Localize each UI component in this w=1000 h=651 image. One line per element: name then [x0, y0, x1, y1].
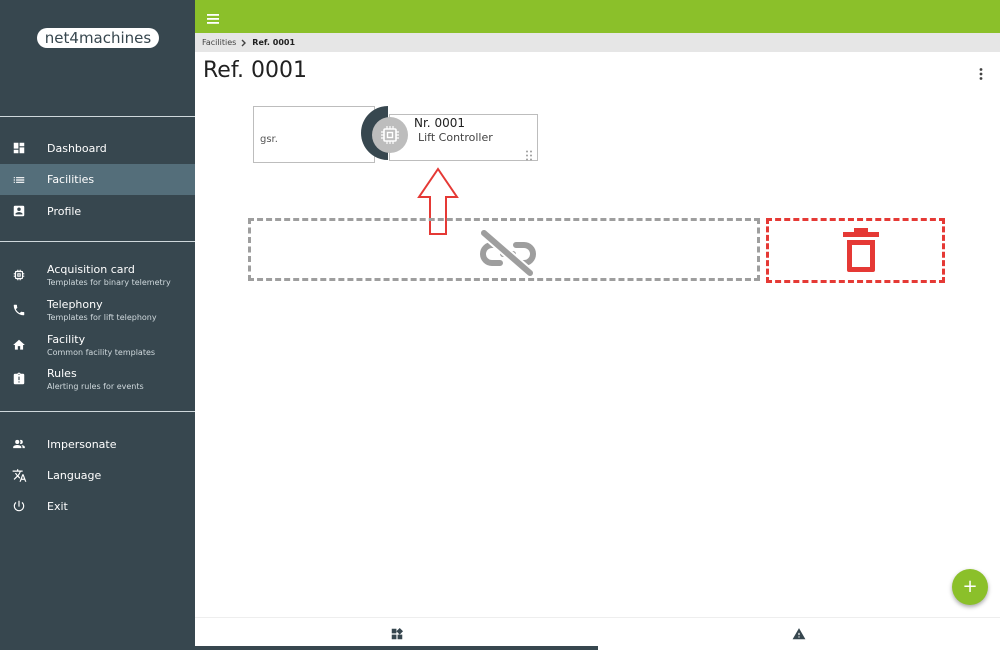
- device-card-subtitle: Lift Controller: [418, 131, 493, 144]
- device-card-title: Nr. 0001: [414, 116, 465, 130]
- device-chip-avatar: [361, 106, 415, 160]
- sidebar-divider: [0, 116, 195, 117]
- sidebar-item-label: Acquisition card: [47, 263, 135, 276]
- sidebar-item-sublabel: Templates for binary telemetry: [47, 278, 171, 287]
- link-off-icon: [478, 228, 538, 278]
- sidebar-item-label: Dashboard: [47, 141, 107, 155]
- sidebar-item-label: Exit: [47, 499, 68, 513]
- phone-icon: [11, 302, 27, 318]
- sidebar-item-label: Rules: [47, 367, 77, 380]
- sidebar-divider: [0, 411, 195, 412]
- sidebar-item-sublabel: Alerting rules for events: [47, 382, 144, 391]
- drag-handle-icon[interactable]: [525, 146, 533, 161]
- sidebar-item-label: Language: [47, 468, 102, 482]
- sidebar-item-rules[interactable]: Rules Alerting rules for events: [0, 362, 195, 396]
- list-icon: [11, 172, 27, 188]
- sidebar-item-label: Facility: [47, 333, 86, 346]
- widgets-icon[interactable]: [390, 626, 404, 640]
- active-tab-indicator: [195, 646, 598, 650]
- home-icon: [11, 337, 27, 353]
- sidebar-item-sublabel: Common facility templates: [47, 348, 156, 357]
- facility-card-back[interactable]: gsr.: [253, 106, 375, 163]
- sidebar-item-exit[interactable]: Exit: [0, 491, 195, 521]
- sidebar-item-profile[interactable]: Profile: [0, 196, 195, 226]
- alert-clipboard-icon: [11, 371, 27, 387]
- sidebar-item-facilities[interactable]: Facilities: [0, 164, 195, 195]
- dashboard-icon: [11, 140, 27, 156]
- more-vert-icon[interactable]: [976, 66, 986, 80]
- people-icon: [11, 436, 27, 452]
- breadcrumb: Facilities Ref. 0001: [195, 33, 1000, 52]
- plus-icon: +: [962, 576, 978, 597]
- page-title: Ref. 0001: [203, 58, 307, 83]
- trash-icon: [839, 226, 883, 274]
- chevron-right-icon: [240, 39, 248, 47]
- sidebar-item-sublabel: Templates for lift telephony: [47, 313, 157, 322]
- warning-icon[interactable]: [792, 626, 806, 640]
- card-back-text: gsr.: [260, 134, 278, 145]
- person-badge-icon: [11, 203, 27, 219]
- sidebar-item-facility[interactable]: Facility Common facility templates: [0, 328, 195, 362]
- translate-icon: [11, 467, 27, 483]
- power-icon: [11, 498, 27, 514]
- hamburger-menu-icon[interactable]: [207, 10, 221, 24]
- breadcrumb-parent[interactable]: Facilities: [202, 38, 236, 47]
- sidebar-item-impersonate[interactable]: Impersonate: [0, 429, 195, 459]
- sidebar-item-telephony[interactable]: Telephony Templates for lift telephony: [0, 293, 195, 327]
- sidebar-divider: [0, 241, 195, 242]
- sidebar: net4machines Dashboard Facilities Profil…: [0, 0, 195, 650]
- sidebar-item-label: Impersonate: [47, 437, 117, 451]
- sidebar-item-label: Facilities: [47, 173, 95, 186]
- chip-icon: [11, 267, 27, 283]
- sidebar-item-label: Profile: [47, 204, 82, 218]
- sidebar-item-acquisition-card[interactable]: Acquisition card Templates for binary te…: [0, 258, 195, 292]
- app-logo: net4machines: [37, 28, 159, 48]
- sidebar-item-language[interactable]: Language: [0, 460, 195, 490]
- add-fab-button[interactable]: +: [952, 569, 988, 605]
- sidebar-item-dashboard[interactable]: Dashboard: [0, 133, 195, 163]
- sidebar-item-label: Telephony: [47, 298, 103, 311]
- top-app-bar: [195, 0, 1000, 33]
- breadcrumb-current: Ref. 0001: [252, 38, 296, 47]
